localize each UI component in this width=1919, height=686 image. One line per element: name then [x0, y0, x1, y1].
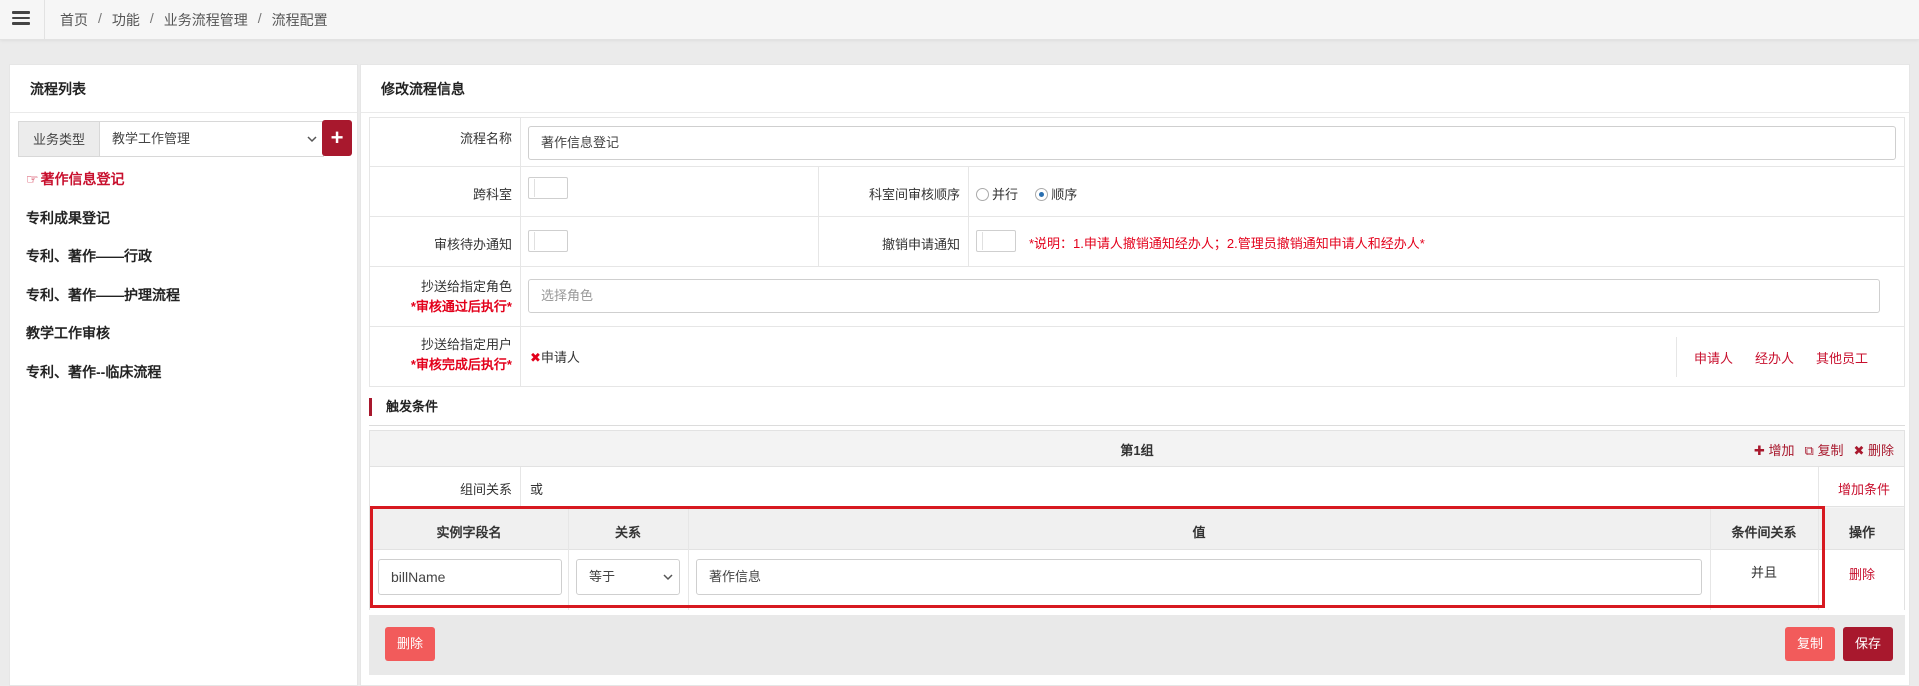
breadcrumb-process-mgmt[interactable]: 业务流程管理 — [164, 10, 248, 30]
flow-list-panel: 流程列表 业务类型 教学工作管理 + ☞ 著作信息登记 专利成果登记 专利、著作—… — [9, 64, 358, 686]
group-actions: ✚ 增加 ⧉ 复制 ✖ 删除 — [1754, 440, 1894, 459]
cc-user-label-group: 抄送给指定用户 *审核完成后执行* — [370, 335, 520, 375]
group-delete-label: 删除 — [1867, 443, 1894, 458]
flow-name-input[interactable]: 著作信息登记 — [528, 126, 1896, 160]
group-header: 第1组 ✚ 增加 ⧉ 复制 ✖ 删除 — [370, 431, 1904, 467]
add-flow-button[interactable]: + — [322, 120, 352, 156]
cc-role-sublabel: *审核通过后执行* — [410, 299, 512, 314]
parallel-label: 并行 — [992, 187, 1019, 202]
link-handler[interactable]: 经办人 — [1755, 348, 1794, 367]
highlight-box — [370, 506, 1825, 608]
cc-role-label-group: 抄送给指定角色 *审核通过后执行* — [370, 277, 520, 317]
group-add-button[interactable]: ✚ 增加 — [1754, 440, 1795, 459]
group-relation-row: 组间关系 或 增加条件 — [370, 467, 1904, 507]
flow-item[interactable]: 专利成果登记 — [26, 204, 180, 243]
business-type-select[interactable]: 教学工作管理 — [100, 121, 324, 157]
cross-dept-label: 跨科室 — [472, 187, 512, 202]
remove-icon[interactable]: ✖ — [530, 350, 541, 365]
flow-item-active[interactable]: ☞ 著作信息登记 — [26, 165, 180, 204]
add-condition-link[interactable]: 增加条件 — [1838, 479, 1890, 498]
flow-item-label: 著作信息登记 — [40, 171, 125, 187]
trigger-section-title: 触发条件 — [369, 398, 438, 416]
business-type-label: 业务类型 — [18, 121, 100, 157]
breadcrumb-home[interactable]: 首页 — [60, 10, 88, 30]
cancel-note: *说明：1.申请人撤销通知经办人；2.管理员撤销通知申请人和经办人* — [1029, 236, 1425, 251]
close-icon: ✖ — [1853, 443, 1865, 458]
group-title: 第1组 — [1120, 443, 1154, 458]
cc-user-row: 抄送给指定用户 *审核完成后执行* ✖申请人 申请人 经办人 其他员工 — [369, 327, 1905, 387]
cc-role-input[interactable]: 选择角色 — [528, 279, 1880, 313]
save-button[interactable]: 保存 — [1843, 627, 1894, 661]
delete-group-button[interactable]: 删除 — [385, 627, 436, 661]
flow-list-title: 流程列表 — [10, 65, 357, 113]
group-relation-value: 或 — [530, 482, 544, 497]
cc-user-label: 抄送给指定用户 — [420, 337, 512, 352]
business-type-row: 业务类型 教学工作管理 — [18, 121, 324, 157]
sequence-label: 顺序 — [1051, 187, 1078, 202]
flow-list: ☞ 著作信息登记 专利成果登记 专利、著作——行政 专利、著作——护理流程 教学工… — [26, 165, 180, 396]
hand-pointer-icon: ☞ — [26, 171, 39, 187]
radio-parallel[interactable] — [976, 188, 989, 201]
dept-row: 跨科室 科室间审核顺序 并行 顺序 — [369, 167, 1905, 217]
breadcrumb-process-config: 流程配置 — [271, 12, 328, 28]
cc-role-label: 抄送给指定角色 — [420, 279, 512, 294]
breadcrumb-function[interactable]: 功能 — [112, 10, 140, 30]
flow-item[interactable]: 专利、著作--临床流程 — [26, 358, 180, 397]
edit-flow-title: 修改流程信息 — [361, 65, 1909, 113]
flow-item[interactable]: 教学工作审核 — [26, 319, 180, 358]
copy-button[interactable]: 复制 — [1785, 627, 1836, 661]
link-applicant[interactable]: 申请人 — [1694, 348, 1733, 367]
cc-user-sublabel: *审核完成后执行* — [410, 357, 512, 372]
business-type-value: 教学工作管理 — [112, 131, 191, 146]
group-relation-label: 组间关系 — [459, 482, 512, 497]
group-copy-button[interactable]: ⧉ 复制 — [1805, 440, 1844, 459]
breadcrumb: 首页 / 功能 / 业务流程管理 / 流程配置 — [60, 10, 328, 30]
group-add-label: 增加 — [1768, 443, 1795, 458]
plus-icon: ✚ — [1753, 443, 1765, 458]
dept-order-label: 科室间审核顺序 — [868, 187, 960, 202]
cancel-notice-toggle[interactable] — [976, 230, 1016, 252]
copy-icon: ⧉ — [1804, 443, 1814, 458]
cc-user-tag: ✖申请人 — [530, 347, 580, 366]
divider — [44, 0, 45, 40]
pending-notice-label: 审核待办通知 — [433, 237, 512, 252]
link-other-staff[interactable]: 其他员工 — [1816, 348, 1868, 367]
pending-notice-toggle[interactable] — [528, 230, 568, 252]
flow-item[interactable]: 专利、著作——行政 — [26, 242, 180, 281]
cc-user-links: 申请人 经办人 其他员工 — [1694, 348, 1868, 367]
edit-flow-panel: 修改流程信息 流程名称 著作信息登记 跨科室 科室间审核顺序 并行 顺序 审核待… — [360, 64, 1910, 686]
chevron-down-icon — [307, 122, 317, 171]
dept-order-options: 并行 顺序 — [976, 184, 1077, 203]
cancel-notice-label: 撤销申请通知 — [881, 237, 960, 252]
menu-icon[interactable] — [10, 8, 32, 30]
flow-name-label: 流程名称 — [459, 131, 512, 146]
cc-role-row: 抄送给指定角色 *审核通过后执行* 选择角色 — [369, 267, 1905, 327]
notice-row: 审核待办通知 撤销申请通知 *说明：1.申请人撤销通知经办人；2.管理员撤销通知… — [369, 217, 1905, 267]
flow-item[interactable]: 专利、著作——护理流程 — [26, 281, 180, 320]
group-delete-button[interactable]: ✖ 删除 — [1853, 440, 1894, 459]
group-copy-label: 复制 — [1817, 443, 1844, 458]
row-delete-link[interactable]: 删除 — [1818, 564, 1906, 583]
top-bar: 首页 / 功能 / 业务流程管理 / 流程配置 — [0, 0, 1919, 40]
radio-sequence[interactable] — [1035, 188, 1049, 201]
cross-dept-toggle[interactable] — [528, 177, 568, 199]
cc-user-tag-label: 申请人 — [540, 350, 580, 365]
action-bar: 删除 复制 保存 — [369, 615, 1905, 675]
col-action: 操作 — [1848, 525, 1875, 540]
flow-name-row: 流程名称 著作信息登记 — [369, 117, 1905, 168]
